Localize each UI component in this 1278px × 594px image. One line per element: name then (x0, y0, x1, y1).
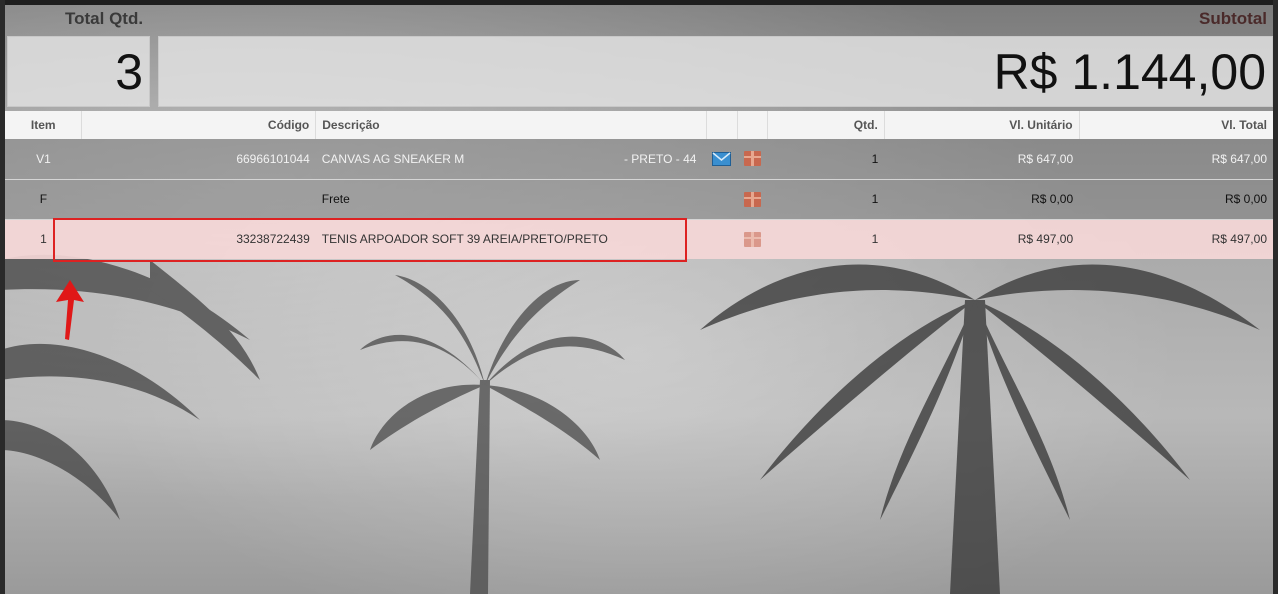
red-arrow-up-icon (56, 280, 84, 340)
total-qtd-value: 3 (7, 36, 150, 107)
cell-mail (706, 219, 738, 259)
cell-qtd: 1 (767, 179, 885, 220)
cell-vl-unitario: R$ 497,00 (884, 219, 1080, 259)
cell-vl-unitario: R$ 0,00 (884, 179, 1080, 220)
header-vl-unitario[interactable]: Vl. Unitário (884, 111, 1080, 139)
header-item[interactable]: Item (5, 111, 83, 139)
cell-gift[interactable] (737, 179, 768, 220)
cell-qtd: 1 (767, 139, 885, 180)
description-text: CANVAS AG SNEAKER M (321, 151, 465, 166)
cell-vl-unitario: R$ 647,00 (884, 139, 1080, 180)
cell-mail (706, 179, 738, 220)
cell-descricao: CANVAS AG SNEAKER M - PRETO - 44 (315, 139, 707, 180)
cell-mail[interactable] (706, 139, 738, 180)
cell-gift[interactable] (737, 219, 768, 259)
header-descricao[interactable]: Descrição (315, 111, 707, 139)
window-frame-top (0, 0, 1278, 5)
cell-codigo: 66966101044 (81, 139, 316, 180)
cell-descricao: TENIS ARPOADOR SOFT 39 AREIA/PRETO/PRETO (315, 219, 707, 259)
cell-codigo (81, 179, 316, 220)
cell-qtd: 1 (767, 219, 885, 259)
table-row-selected[interactable]: 1 33238722439 TENIS ARPOADOR SOFT 39 ARE… (5, 219, 1273, 259)
gift-icon[interactable] (743, 231, 761, 247)
items-table: Item Código Descrição Qtd. Vl. Unitário … (5, 111, 1273, 259)
subtotal-value: R$ 1.144,00 (158, 36, 1273, 107)
header-icon-col-1 (706, 111, 738, 139)
header-vl-total[interactable]: Vl. Total (1079, 111, 1273, 139)
cell-gift[interactable] (737, 139, 768, 180)
gift-icon[interactable] (743, 191, 761, 207)
window-frame-right (1273, 0, 1278, 594)
cell-vl-total: R$ 497,00 (1079, 219, 1273, 259)
mail-icon[interactable] (712, 152, 732, 167)
cell-vl-total: R$ 647,00 (1079, 139, 1273, 180)
header-icon-col-2 (737, 111, 768, 139)
header-codigo[interactable]: Código (81, 111, 317, 139)
description-variant: - PRETO - 44 (623, 151, 697, 166)
cell-item: V1 (5, 139, 82, 180)
total-qtd-label: Total Qtd. (65, 9, 144, 28)
table-header-row: Item Código Descrição Qtd. Vl. Unitário … (5, 111, 1273, 139)
table-row[interactable]: V1 66966101044 CANVAS AG SNEAKER M - PRE… (5, 139, 1273, 180)
cell-vl-total: R$ 0,00 (1079, 179, 1273, 220)
header-qtd[interactable]: Qtd. (767, 111, 885, 139)
table-row[interactable]: F Frete 1 R$ 0,00 R$ 0,00 (5, 179, 1273, 220)
cell-item: F (5, 179, 82, 220)
cell-descricao: Frete (315, 179, 707, 220)
subtotal-label: Subtotal (1199, 9, 1267, 28)
window-frame-left (0, 0, 5, 594)
gift-icon[interactable] (743, 151, 761, 167)
cell-item: 1 (5, 219, 82, 259)
cell-codigo: 33238722439 (81, 219, 316, 259)
